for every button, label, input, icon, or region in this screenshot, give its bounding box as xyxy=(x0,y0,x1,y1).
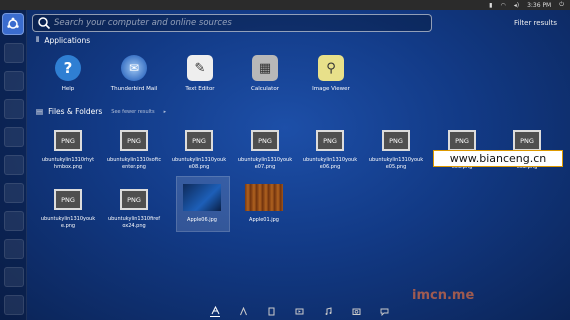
help-icon: ? xyxy=(55,55,81,81)
chevron-right-icon: ▸ xyxy=(163,108,167,115)
music-lens-icon[interactable] xyxy=(323,306,333,316)
brand-mark: imcn.me xyxy=(412,288,475,303)
sound-icon[interactable]: ◂) xyxy=(514,2,519,9)
file-item[interactable]: PNG ubuntukylin1310softc enter.png xyxy=(106,130,162,171)
launcher-item[interactable] xyxy=(4,43,24,63)
dash-home-button[interactable] xyxy=(2,13,24,35)
ubuntu-logo-icon xyxy=(7,17,19,29)
search-input[interactable] xyxy=(54,18,414,28)
watermark: www.bianceng.cn xyxy=(433,150,563,167)
image-thumbnail[interactable]: Apple06.jpg xyxy=(176,184,228,223)
apple06-thumbnail xyxy=(183,184,221,211)
applications-lens-icon[interactable] xyxy=(238,306,248,316)
apple01-thumbnail xyxy=(245,184,283,211)
photos-lens-icon[interactable] xyxy=(352,306,362,316)
image-thumbnail[interactable]: Apple01.jpg xyxy=(238,184,290,223)
launcher-item[interactable] xyxy=(4,155,24,175)
launcher xyxy=(0,10,27,320)
file-item[interactable]: PNG ubuntukylin1310rhyt hmbox.png xyxy=(40,130,96,171)
image-viewer-icon: ⚲ xyxy=(318,55,344,81)
search-icon xyxy=(38,17,51,30)
app-image-viewer[interactable]: ⚲ Image Viewer xyxy=(301,55,361,92)
file-item[interactable]: PNG ubuntukylin1310firef ox24.png xyxy=(106,189,162,230)
file-icon: ▤ xyxy=(36,107,44,116)
launcher-item[interactable] xyxy=(4,71,24,91)
launcher-item[interactable] xyxy=(4,127,24,147)
png-file-icon: PNG xyxy=(513,130,541,151)
wifi-icon[interactable]: ◠ xyxy=(500,2,505,9)
app-thunderbird[interactable]: ✉ Thunderbird Mail xyxy=(104,55,164,92)
png-file-icon: PNG xyxy=(54,130,82,151)
files-lens-icon[interactable] xyxy=(267,306,277,316)
video-lens-icon[interactable] xyxy=(295,306,305,316)
file-item[interactable]: PNG ubuntukylin1310youk e08.png xyxy=(171,130,227,171)
launcher-item[interactable] xyxy=(4,99,24,119)
text-editor-icon: ✎ xyxy=(187,55,213,81)
file-item[interactable]: PNG ubuntukylin1310youk e.png xyxy=(40,189,96,230)
png-file-icon: PNG xyxy=(382,130,410,151)
launcher-item[interactable] xyxy=(4,183,24,203)
file-item[interactable]: PNG ubuntukylin1310youk e06.png xyxy=(302,130,358,171)
png-file-icon: PNG xyxy=(316,130,344,151)
home-lens-icon[interactable] xyxy=(210,306,220,317)
clock[interactable]: 3:36 PM xyxy=(527,2,551,9)
thunderbird-icon: ✉ xyxy=(121,55,147,81)
png-file-icon: PNG xyxy=(448,130,476,151)
launcher-item[interactable] xyxy=(4,211,24,231)
launcher-item[interactable] xyxy=(4,295,24,315)
png-file-icon: PNG xyxy=(251,130,279,151)
launcher-item[interactable] xyxy=(4,267,24,287)
calculator-icon: ▦ xyxy=(252,55,278,81)
launcher-item[interactable] xyxy=(4,239,24,259)
app-help[interactable]: ? Help xyxy=(38,55,98,92)
applications-icon: ⦀ xyxy=(36,35,40,44)
app-text-editor[interactable]: ✎ Text Editor xyxy=(170,55,230,92)
see-fewer-results-link[interactable]: See fewer results xyxy=(111,109,154,115)
png-file-icon: PNG xyxy=(185,130,213,151)
lens-bar xyxy=(210,304,390,318)
png-file-icon: PNG xyxy=(120,130,148,151)
files-folders-heading: ▤ Files & Folders See fewer results ▸ xyxy=(36,107,167,116)
filter-results-button[interactable]: Filter results xyxy=(514,19,557,27)
power-icon[interactable]: ⏻ xyxy=(559,1,564,9)
png-file-icon: PNG xyxy=(54,189,82,210)
file-item[interactable]: PNG ubuntukylin1310youk e05.png xyxy=(368,130,424,171)
top-panel: ▮ ◠ ◂) 3:36 PM ⏻ xyxy=(0,0,570,10)
network-icon[interactable]: ▮ xyxy=(489,2,492,9)
png-file-icon: PNG xyxy=(120,189,148,210)
social-lens-icon[interactable] xyxy=(380,306,390,316)
search-box[interactable] xyxy=(32,14,432,32)
file-item[interactable]: PNG ubuntukylin1310youk e07.png xyxy=(237,130,293,171)
applications-heading: ⦀ Applications xyxy=(36,35,91,45)
app-calculator[interactable]: ▦ Calculator xyxy=(235,55,295,92)
